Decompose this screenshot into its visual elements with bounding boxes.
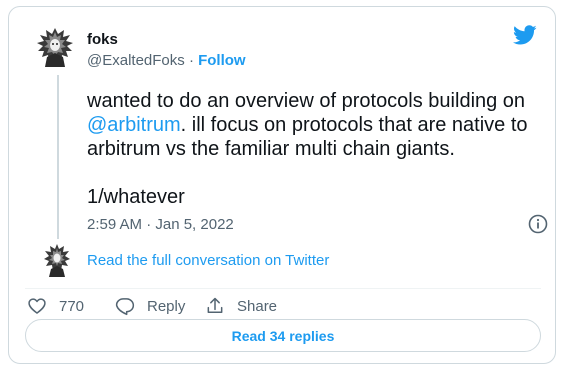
tweet-timestamp[interactable]: 2:59 AM · Jan 5, 2022 [87,216,234,233]
read-replies-button[interactable]: Read 34 replies [25,319,541,352]
follow-button[interactable]: Follow [198,52,246,69]
mention-link[interactable]: @arbitrum [87,114,181,136]
tweet-card: foks @ExaltedFoks · Follow wanted to do … [8,6,556,364]
thread-line [57,75,59,239]
read-conversation-link[interactable]: Read the full conversation on Twitter [87,252,329,269]
share-label: Share [237,297,278,315]
twitter-bird-icon[interactable] [513,23,537,47]
like-count: 770 [59,297,85,315]
divider [25,288,541,289]
reply-button[interactable]: Reply [115,296,185,316]
author-handle[interactable]: @ExaltedFoks [87,52,185,69]
heart-icon [28,298,46,314]
tweet-paragraph-1: wanted to do an overview of protocols bu… [87,89,547,161]
conversation-avatar [44,244,70,277]
reply-label: Reply [147,297,186,315]
share-button[interactable]: Share [205,296,277,316]
info-icon[interactable] [528,214,548,234]
speech-bubble-icon [115,298,135,316]
tweet-paragraph-2: 1/whatever [87,186,185,208]
author-name[interactable]: foks [87,31,118,48]
tweet-text-before-mention: wanted to do an overview of protocols bu… [87,90,526,112]
tweet-text: wanted to do an overview of protocols bu… [87,89,547,209]
handle-separator: · [188,52,194,69]
like-button[interactable]: 770 [27,296,84,316]
share-arrow-icon [207,297,223,313]
author-avatar[interactable] [35,27,75,67]
author-handle-row: @ExaltedFoks · Follow [87,52,246,69]
